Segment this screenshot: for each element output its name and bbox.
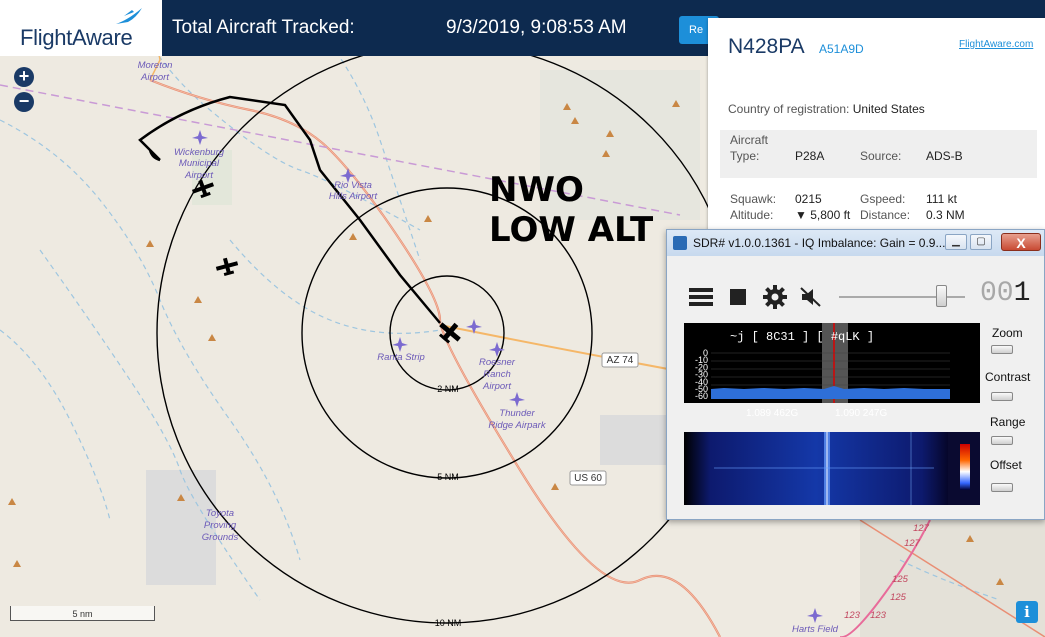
aircraft-type-label-1: Aircraft xyxy=(730,133,769,147)
total-aircraft-label: Total Aircraft Tracked: xyxy=(172,17,355,38)
range-ring-label: 10 NM xyxy=(435,618,462,628)
datetime-display: 9/3/2019, 9:08:53 AM xyxy=(446,17,627,38)
place-label: Airport xyxy=(140,72,169,83)
squawk-value: 0215 xyxy=(795,192,822,206)
gspeed-value: 111 kt xyxy=(926,192,957,206)
place-label: Airport xyxy=(184,170,213,181)
place-label: Thunder xyxy=(499,408,535,419)
aircraft-type-value: P28A xyxy=(795,149,825,163)
place-label: Municipal xyxy=(179,158,220,169)
place-label: Rio Vista xyxy=(334,180,372,191)
place-label: Toyota xyxy=(206,508,234,519)
place-label: Ranta Strip xyxy=(377,352,425,363)
country-row: Country of registration: United States xyxy=(728,102,925,116)
info-button[interactable]: i xyxy=(1016,601,1038,623)
minimize-button[interactable]: ▁ xyxy=(945,234,967,250)
road-label: 123 xyxy=(870,610,887,621)
range-ring-label: 2 NM xyxy=(437,384,459,394)
spectrum-display[interactable]: ~j [ 8C31 ] [ #qLK ] 0 -10 -20 -30 -40 -50 -60… xyxy=(684,323,980,419)
spectrum-text: ~j [ 8C31 ] [ #qLK ] xyxy=(730,330,874,344)
altitude-value: ▼ 5,800 ft xyxy=(795,208,851,222)
place-label: Ridge Airpark xyxy=(488,420,546,431)
sdr-title: SDR# v1.0.0.1361 - IQ Imbalance: Gain = … xyxy=(693,236,946,250)
mute-icon[interactable] xyxy=(800,286,822,308)
contrast-label: Contrast xyxy=(985,370,1031,384)
frequency-readout-digit: 1 xyxy=(1013,278,1031,309)
aircraft-type-box: Aircraft Type: P28A Source: ADS-B xyxy=(720,130,1037,178)
road-label: 125 xyxy=(890,592,907,603)
country-label: Country of registration: xyxy=(728,102,850,116)
maximize-button[interactable]: ▢ xyxy=(970,234,992,250)
offset-slider[interactable] xyxy=(991,483,1013,492)
range-ring-label: 5 NM xyxy=(437,472,459,482)
menu-icon[interactable] xyxy=(689,287,715,307)
frequency-readout-grey: 00 xyxy=(980,278,1014,309)
sdr-app-icon xyxy=(673,236,687,250)
gear-icon[interactable] xyxy=(763,285,787,309)
offset-label: Offset xyxy=(990,458,1022,472)
spectrum-plot: ~j [ 8C31 ] [ #qLK ] 0-10-20-30-40-50-60 xyxy=(695,323,950,403)
volume-slider[interactable] xyxy=(936,285,947,307)
distance-label: Distance: xyxy=(860,208,911,222)
place-label: Moreton xyxy=(138,60,173,71)
gspeed-label: Gspeed: xyxy=(860,192,906,206)
aircraft-type-label-2: Type: xyxy=(730,149,760,163)
road-label: 125 xyxy=(892,574,909,585)
distance-value: 0.3 NM xyxy=(926,208,965,222)
logo-text: FlightAware xyxy=(20,25,133,50)
zoom-in-button[interactable]: + xyxy=(14,67,34,87)
registration: N428PA xyxy=(728,35,805,58)
source-value: ADS-B xyxy=(926,149,963,163)
road-label: 127 xyxy=(913,523,930,534)
zoom-out-button[interactable]: − xyxy=(14,92,34,112)
range-label: Range xyxy=(990,415,1026,429)
range-slider[interactable] xyxy=(991,436,1013,445)
sdr-titlebar[interactable]: SDR# v1.0.0.1361 - IQ Imbalance: Gain = … xyxy=(667,230,1044,256)
place-label: Airport xyxy=(482,381,511,392)
overlay-line-2: LOW ALT xyxy=(489,210,654,250)
road-label: 123 xyxy=(844,610,861,621)
road-label: 127 xyxy=(904,538,921,549)
flightaware-logo[interactable]: FlightAware xyxy=(0,0,162,56)
place-label: Grounds xyxy=(202,532,239,543)
flightaware-link[interactable]: FlightAware.com xyxy=(959,39,1033,50)
freq-label-right: 1.090 247G xyxy=(835,408,888,419)
road-label: US 60 xyxy=(574,473,602,484)
scale-bar: 5 nm xyxy=(10,606,155,621)
aircraft-info-panel: N428PA A51A9D FlightAware.com Country of… xyxy=(708,18,1045,238)
place-label: Roesner xyxy=(479,357,516,368)
close-button[interactable]: X xyxy=(1001,233,1041,251)
freq-label-left: 1.089 462G xyxy=(746,408,799,419)
place-label: Harts Field xyxy=(792,624,839,635)
db-tick-label: -60 xyxy=(695,391,708,401)
place-label: Wickenburg xyxy=(174,147,225,158)
hex-code: A51A9D xyxy=(819,42,864,56)
road-label: AZ 74 xyxy=(607,355,634,366)
place-label: Hills Airport xyxy=(329,191,378,202)
squawk-label: Squawk: xyxy=(730,192,777,206)
stop-icon[interactable] xyxy=(730,289,748,307)
place-label: Ranch xyxy=(483,369,510,380)
overlay-line-1: NWO xyxy=(489,170,584,210)
source-label: Source: xyxy=(860,149,902,163)
sdr-window: SDR# v1.0.0.1361 - IQ Imbalance: Gain = … xyxy=(666,229,1045,520)
frequency-readout: 001 xyxy=(980,278,1030,309)
zoom-label: Zoom xyxy=(992,326,1023,340)
waterfall-display[interactable] xyxy=(684,432,980,505)
zoom-slider[interactable] xyxy=(991,345,1013,354)
altitude-label: Altitude: xyxy=(730,208,774,222)
place-label: Proving xyxy=(204,520,237,531)
country-value: United States xyxy=(852,102,925,116)
overlay-annotation: NWO LOW ALT xyxy=(489,170,653,250)
contrast-slider[interactable] xyxy=(991,392,1013,401)
